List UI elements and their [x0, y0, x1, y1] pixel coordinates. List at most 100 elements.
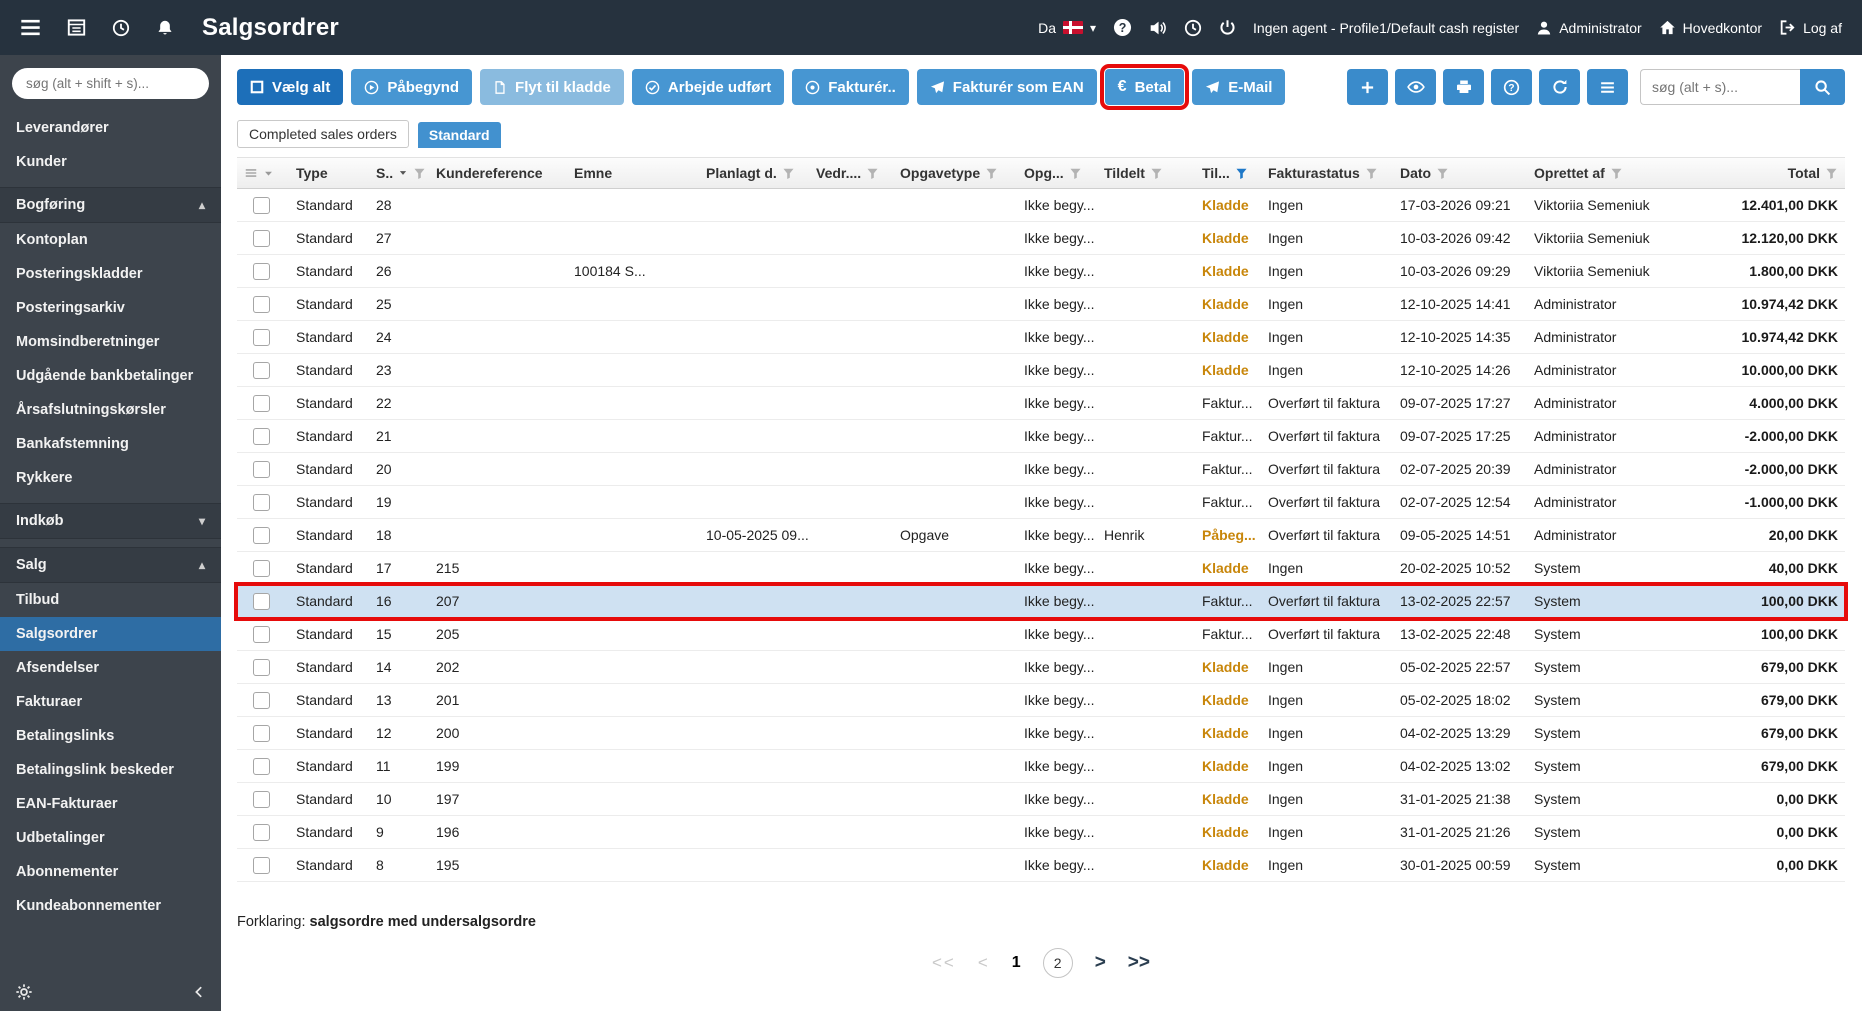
user-menu[interactable]: Administrator [1536, 20, 1642, 36]
row-checkbox[interactable] [253, 526, 270, 544]
table-row[interactable]: Standard 21 Ikke begy... Faktur... Overført … [237, 420, 1845, 453]
language-selector[interactable]: Da ▾ [1038, 20, 1096, 36]
row-checkbox[interactable] [253, 493, 270, 511]
row-checkbox[interactable] [253, 592, 270, 610]
sidebar-item-bankafstemning[interactable]: Bankafstemning [0, 427, 221, 461]
question-button[interactable]: ? [1491, 69, 1532, 105]
fakturer-som-ean-button[interactable]: Fakturér som EAN [916, 69, 1097, 105]
table-row[interactable]: Standard 24 Ikke begy... Kladde Ingen 12-10-2… [237, 321, 1845, 354]
row-checkbox[interactable] [253, 394, 270, 412]
sidebar-search-input[interactable] [12, 68, 209, 99]
column-header-vedr[interactable]: Vedr.... [809, 165, 893, 181]
row-checkbox[interactable] [253, 757, 270, 775]
next-page-button[interactable]: > [1095, 952, 1106, 974]
column-header-fakturastatus[interactable]: Fakturastatus [1261, 165, 1393, 181]
sidebar-item-kunder[interactable]: Kunder [0, 145, 221, 179]
sidebar-item-betalingslink-beskeder[interactable]: Betalingslink beskeder [0, 753, 221, 787]
sidebar-item-salgsordrer[interactable]: Salgsordrer [0, 617, 221, 651]
table-row[interactable]: Standard 25 Ikke begy... Kladde Ingen 12-10-2… [237, 288, 1845, 321]
refresh-button[interactable] [1539, 69, 1580, 105]
row-checkbox[interactable] [253, 295, 270, 313]
row-checkbox[interactable] [253, 559, 270, 577]
sidebar-item-bogforing[interactable]: Bogføring ▴ [0, 187, 221, 223]
table-search-input[interactable] [1640, 69, 1800, 105]
row-checkbox[interactable] [253, 823, 270, 841]
column-header-planlagt-d[interactable]: Planlagt d. [699, 165, 809, 181]
sidebar-item-posteringskladder[interactable]: Posteringskladder [0, 257, 221, 291]
row-checkbox[interactable] [253, 427, 270, 445]
table-row[interactable]: Standard 22 Ikke begy... Faktur... Overført … [237, 387, 1845, 420]
table-row[interactable]: Standard 16 207 Ikke begy... Faktur... Overfø… [234, 582, 1848, 621]
sidebar-item-leverandorer[interactable]: Leverandører [0, 111, 221, 145]
table-row[interactable]: Standard 12 200 Ikke begy... Kladde Ingen 04-0… [237, 717, 1845, 750]
row-checkbox[interactable] [253, 328, 270, 346]
logout-button[interactable]: Log af [1779, 19, 1842, 36]
table-row[interactable]: Standard 11 199 Ikke begy... Kladde Ingen 04-0… [237, 750, 1845, 783]
sidebar-item-udbetalinger[interactable]: Udbetalinger [0, 821, 221, 855]
table-row[interactable]: Standard 9 196 Ikke begy... Kladde Ingen 31-01… [237, 816, 1845, 849]
vaelg-alt-button[interactable]: Vælg alt [237, 69, 344, 105]
pabegynd-button[interactable]: Påbegynd [351, 69, 473, 105]
eye-button[interactable] [1395, 69, 1436, 105]
sidebar-item-kontoplan[interactable]: Kontoplan [0, 223, 221, 257]
notifications-bell-icon[interactable] [156, 19, 174, 37]
table-row[interactable]: Standard 26 100184 S... Ikke begy... Kladde I… [237, 255, 1845, 288]
row-checkbox[interactable] [253, 658, 270, 676]
page-2-button[interactable]: 2 [1042, 948, 1073, 978]
table-row[interactable]: Standard 10 197 Ikke begy... Kladde Ingen 31-0… [237, 783, 1845, 816]
column-header-oprettet-af[interactable]: Oprettet af [1527, 165, 1689, 181]
column-header-s[interactable]: S.. [369, 165, 429, 181]
e-mail-button[interactable]: E-Mail [1192, 69, 1286, 105]
sidebar-item-ean-fakturaer[interactable]: EAN-Fakturaer [0, 787, 221, 821]
column-header-opgavetype[interactable]: Opgavetype [893, 165, 1017, 181]
row-checkbox[interactable] [253, 229, 270, 247]
sidebar-item-salg[interactable]: Salg ▴ [0, 547, 221, 583]
row-checkbox[interactable] [253, 856, 270, 874]
sidebar-item-abonnementer[interactable]: Abonnementer [0, 855, 221, 889]
power-icon[interactable] [1219, 19, 1236, 36]
hamburger-menu-icon[interactable] [20, 17, 41, 38]
sidebar-item-kundeabonnementer[interactable]: Kundeabonnementer [0, 889, 221, 923]
collapse-sidebar-icon[interactable] [192, 985, 206, 999]
fakturer-button[interactable]: Fakturér.. [792, 69, 909, 105]
table-row[interactable]: Standard 13 201 Ikke begy... Kladde Ingen 05-0… [237, 684, 1845, 717]
row-checkbox[interactable] [253, 196, 270, 214]
flyt-til-kladde-button[interactable]: Flyt til kladde [480, 69, 624, 105]
clock-icon[interactable] [1184, 19, 1202, 37]
tab-standard[interactable]: Standard [417, 122, 501, 148]
table-row[interactable]: Standard 20 Ikke begy... Faktur... Overført … [237, 453, 1845, 486]
row-checkbox[interactable] [253, 691, 270, 709]
sidebar-item-tilbud[interactable]: Tilbud [0, 583, 221, 617]
sidebar-item-afsendelser[interactable]: Afsendelser [0, 651, 221, 685]
search-button[interactable] [1800, 69, 1845, 105]
plus-button[interactable] [1347, 69, 1388, 105]
column-header-tildelt[interactable]: Tildelt [1097, 165, 1195, 181]
row-checkbox[interactable] [253, 460, 270, 478]
table-row[interactable]: Standard 19 Ikke begy... Faktur... Overført … [237, 486, 1845, 519]
row-checkbox[interactable] [253, 724, 270, 742]
speaker-icon[interactable] [1149, 19, 1167, 37]
column-header-kundereference[interactable]: Kundereference [429, 165, 567, 181]
column-header-total[interactable]: Total [1689, 165, 1845, 181]
report-icon[interactable] [67, 18, 86, 37]
history-clock-icon[interactable] [112, 19, 130, 37]
table-row[interactable]: Standard 18 10-05-2025 09... Opgave Ikke beg… [237, 519, 1845, 552]
sidebar-item-momsindberetninger[interactable]: Momsindberetninger [0, 325, 221, 359]
help-icon[interactable]: ? [1113, 18, 1132, 37]
sidebar-item-betalingslinks[interactable]: Betalingslinks [0, 719, 221, 753]
table-row[interactable]: Standard 23 Ikke begy... Kladde Ingen 12-10-2… [237, 354, 1845, 387]
office-menu[interactable]: Hovedkontor [1659, 19, 1762, 36]
sidebar-item-udgaende-bankbetalinger[interactable]: Udgående bankbetalinger [0, 359, 221, 393]
sidebar-item-posteringsarkiv[interactable]: Posteringsarkiv [0, 291, 221, 325]
page-1-button[interactable]: 1 [1012, 954, 1021, 972]
last-page-button[interactable]: >> [1128, 952, 1150, 974]
betal-button[interactable]: € Betal [1099, 64, 1190, 110]
table-row[interactable]: Standard 27 Ikke begy... Kladde Ingen 10-03-2… [237, 222, 1845, 255]
sidebar-item-indkob[interactable]: Indkøb ▾ [0, 503, 221, 539]
settings-gear-icon[interactable] [15, 983, 33, 1001]
column-header-opg[interactable]: Opg... [1017, 165, 1097, 181]
column-header-til[interactable]: Til... [1195, 165, 1261, 181]
column-header-dato[interactable]: Dato [1393, 165, 1527, 181]
row-checkbox[interactable] [253, 262, 270, 280]
printer-button[interactable] [1443, 69, 1484, 105]
